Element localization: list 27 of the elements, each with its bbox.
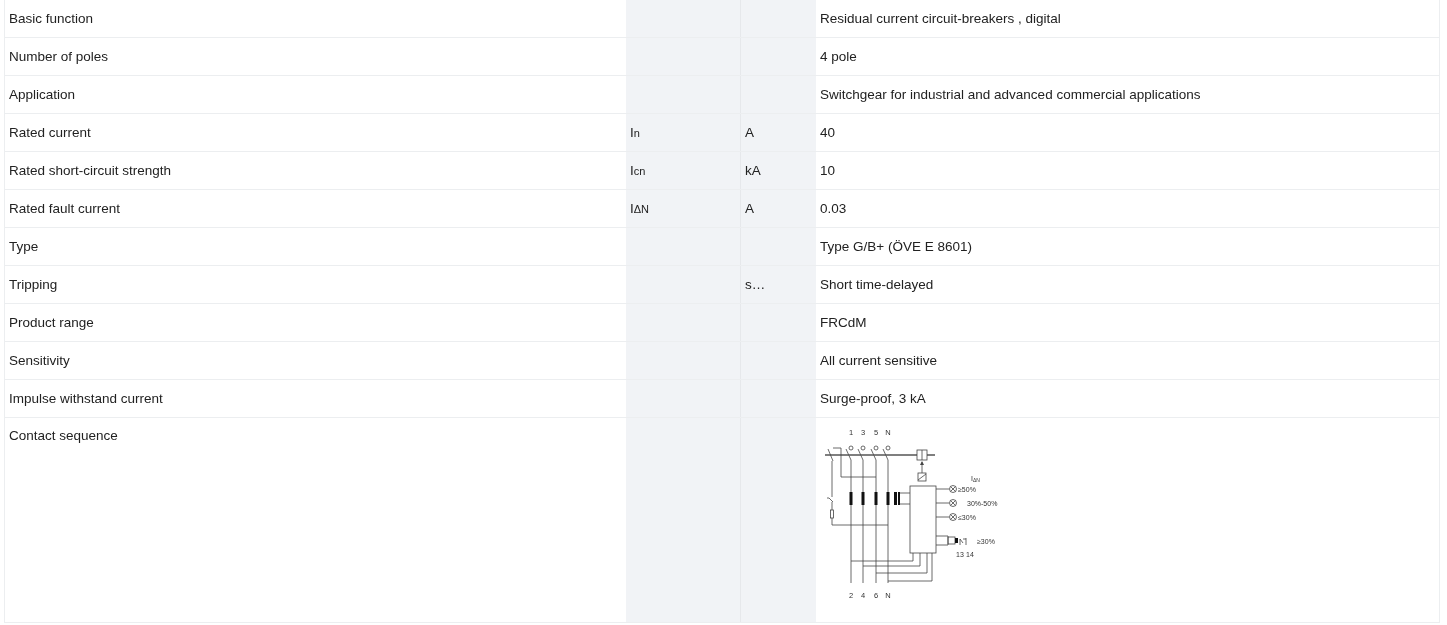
value-cell: Type G/B+ (ÖVE E 8601) xyxy=(820,239,972,254)
value-cell: Surge-proof, 3 kA xyxy=(820,391,926,406)
property-label: Application xyxy=(9,87,76,102)
property-label: Impulse withstand current xyxy=(9,391,163,406)
value-cell: Switchgear for industrial and advanced commercial applications xyxy=(820,87,1201,102)
property-label: Rated fault current xyxy=(9,201,121,216)
value-cell: All current sensitive xyxy=(820,353,938,368)
value-cell: Short time-delayed xyxy=(820,277,934,292)
value-cell: FRCdM xyxy=(820,315,867,330)
value-cell: 4 pole xyxy=(820,49,857,64)
value-cell: 40 xyxy=(820,125,836,140)
property-label: Product range xyxy=(9,315,94,330)
property-label: Tripping xyxy=(9,277,58,292)
property-label: Contact sequence xyxy=(9,428,118,443)
unit-cell: kA xyxy=(741,152,816,189)
unit-cell: A xyxy=(741,190,816,227)
property-label: Basic function xyxy=(9,11,94,26)
property-label: Type xyxy=(9,239,39,254)
unit-cell: A xyxy=(741,114,816,151)
value-cell: 0.03 xyxy=(820,201,847,216)
property-label: Sensitivity xyxy=(9,353,70,368)
unit-cell: s… xyxy=(741,266,816,303)
property-label: Number of poles xyxy=(9,49,109,64)
property-label: Rated short-circuit strength xyxy=(9,163,172,178)
property-label: Rated current xyxy=(9,125,91,140)
value-cell: Residual current circuit-breakers , digital xyxy=(820,11,1061,26)
value-cell: 10 xyxy=(820,163,836,178)
